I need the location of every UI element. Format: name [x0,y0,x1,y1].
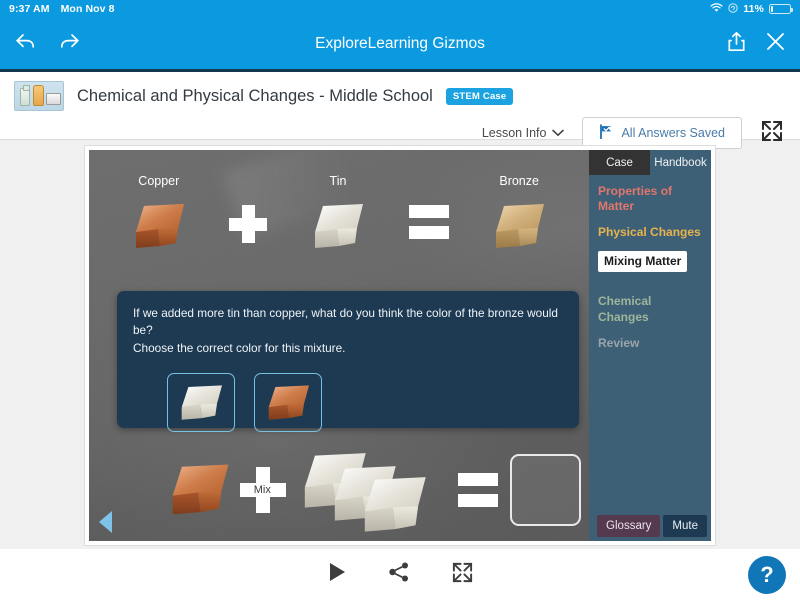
gizmo-canvas[interactable]: Copper Tin Bronze If we added more tin t… [85,146,715,545]
mix-button-label: Mix [253,484,271,496]
mixer-equals-operator [458,473,499,507]
all-answers-saved-label: All Answers Saved [621,126,725,140]
mix-button[interactable]: Mix [239,467,286,513]
sidebar-item-mixing-matter[interactable]: Mixing Matter [598,251,688,273]
equation-term-tin: Tin [305,174,371,254]
pale-tin-ingot-icon [181,385,222,420]
equation-label-tin: Tin [329,174,347,188]
fullscreen-expand-icon[interactable] [760,119,784,148]
forward-arrow-icon[interactable] [58,32,81,56]
handbook-nav-list: Properties of Matter Physical Changes Mi… [589,175,711,351]
lesson-thumbnail [14,81,64,111]
sidebar-item-properties-of-matter[interactable]: Properties of Matter [598,184,703,214]
question-line-1: If we added more tin than copper, what d… [133,306,558,338]
equals-operator [408,205,449,239]
equals-sign-icon [408,205,449,239]
page-title: ExploreLearning Gizmos [315,34,485,52]
tin-ingot [314,204,363,248]
status-date: Mon Nov 8 [60,3,115,15]
chevron-down-icon [552,126,565,140]
status-right-group: 11% [710,2,794,16]
navigation-arrows [14,32,81,56]
all-answers-saved-button[interactable]: All Answers Saved [582,117,742,149]
glossary-button[interactable]: Glossary [597,515,661,537]
plus-sign-icon [229,205,268,243]
mix-result-drop-target[interactable] [510,454,581,526]
back-arrow-icon[interactable] [14,32,37,56]
plus-operator [229,205,268,243]
tab-handbook[interactable]: Handbook [650,150,711,175]
battery-icon [769,4,794,14]
play-triangle-icon[interactable] [327,561,347,588]
app-bar-actions [727,31,786,57]
question-line-2: Choose the correct color for this mixtur… [133,340,346,355]
sidebar-item-review[interactable]: Review [598,336,703,351]
mixer-copper-ingot[interactable] [161,459,238,521]
answer-choices [133,373,563,433]
bronze-equation-row: Copper Tin Bronze [107,174,571,254]
mixer-tin-stack[interactable] [291,448,448,532]
equation-term-bronze: Bronze [486,174,552,254]
choice-copper-ingot[interactable] [254,373,322,433]
bronze-ingot [496,204,545,248]
lesson-title: Chemical and Physical Changes - Middle S… [77,86,433,105]
wifi-icon [710,2,723,16]
equals-sign-icon-2 [458,473,499,507]
lesson-title-row: Chemical and Physical Changes - Middle S… [14,81,786,111]
equation-label-bronze: Bronze [499,174,539,188]
mixer-tin-ingot-3 [364,477,426,532]
equation-label-copper: Copper [138,174,180,188]
lesson-info-label: Lesson Info [481,126,547,140]
app-top-bar: ExploreLearning Gizmos [0,18,800,69]
battery-percent: 11% [743,3,764,15]
handbook-side-panel: Case Handbook Properties of Matter Physi… [589,150,711,541]
choice-pale-tin-ingot[interactable] [167,373,235,433]
status-time: 9:37 AM [9,3,50,15]
copper-ingot-icon [268,385,309,420]
lesson-header: Chemical and Physical Changes - Middle S… [0,72,800,149]
mixing-workspace: Mix [99,440,581,540]
help-button[interactable]: ? [748,555,786,594]
side-panel-footer: Glossary Mute [589,515,711,537]
gizmo-stage-area: Copper Tin Bronze If we added more tin t… [0,140,800,549]
fullscreen-expand-icon-bottom[interactable] [451,561,474,589]
status-badge: STEM Case [445,87,514,105]
copper-ingot [135,204,184,248]
question-card: If we added more tin than copper, what d… [117,291,579,433]
sidebar-item-chemical-changes[interactable]: Chemical Changes [598,294,703,324]
ios-status-bar: 9:37 AM Mon Nov 8 11% [0,0,800,18]
previous-slide-arrow[interactable] [99,511,112,533]
lesson-info-dropdown[interactable]: Lesson Info [482,126,565,140]
sidebar-item-physical-changes[interactable]: Physical Changes [598,225,703,240]
equation-term-copper: Copper [126,174,192,254]
side-panel-tabs: Case Handbook [589,150,711,175]
tab-case[interactable]: Case [589,150,650,175]
share-nodes-icon[interactable] [388,561,410,588]
share-upload-icon[interactable] [727,31,746,57]
mute-button[interactable]: Mute [663,515,707,537]
flag-check-icon [599,124,613,142]
screen-lock-icon [728,2,738,16]
close-x-icon[interactable] [765,31,786,57]
bottom-toolbar: ? [0,549,800,600]
